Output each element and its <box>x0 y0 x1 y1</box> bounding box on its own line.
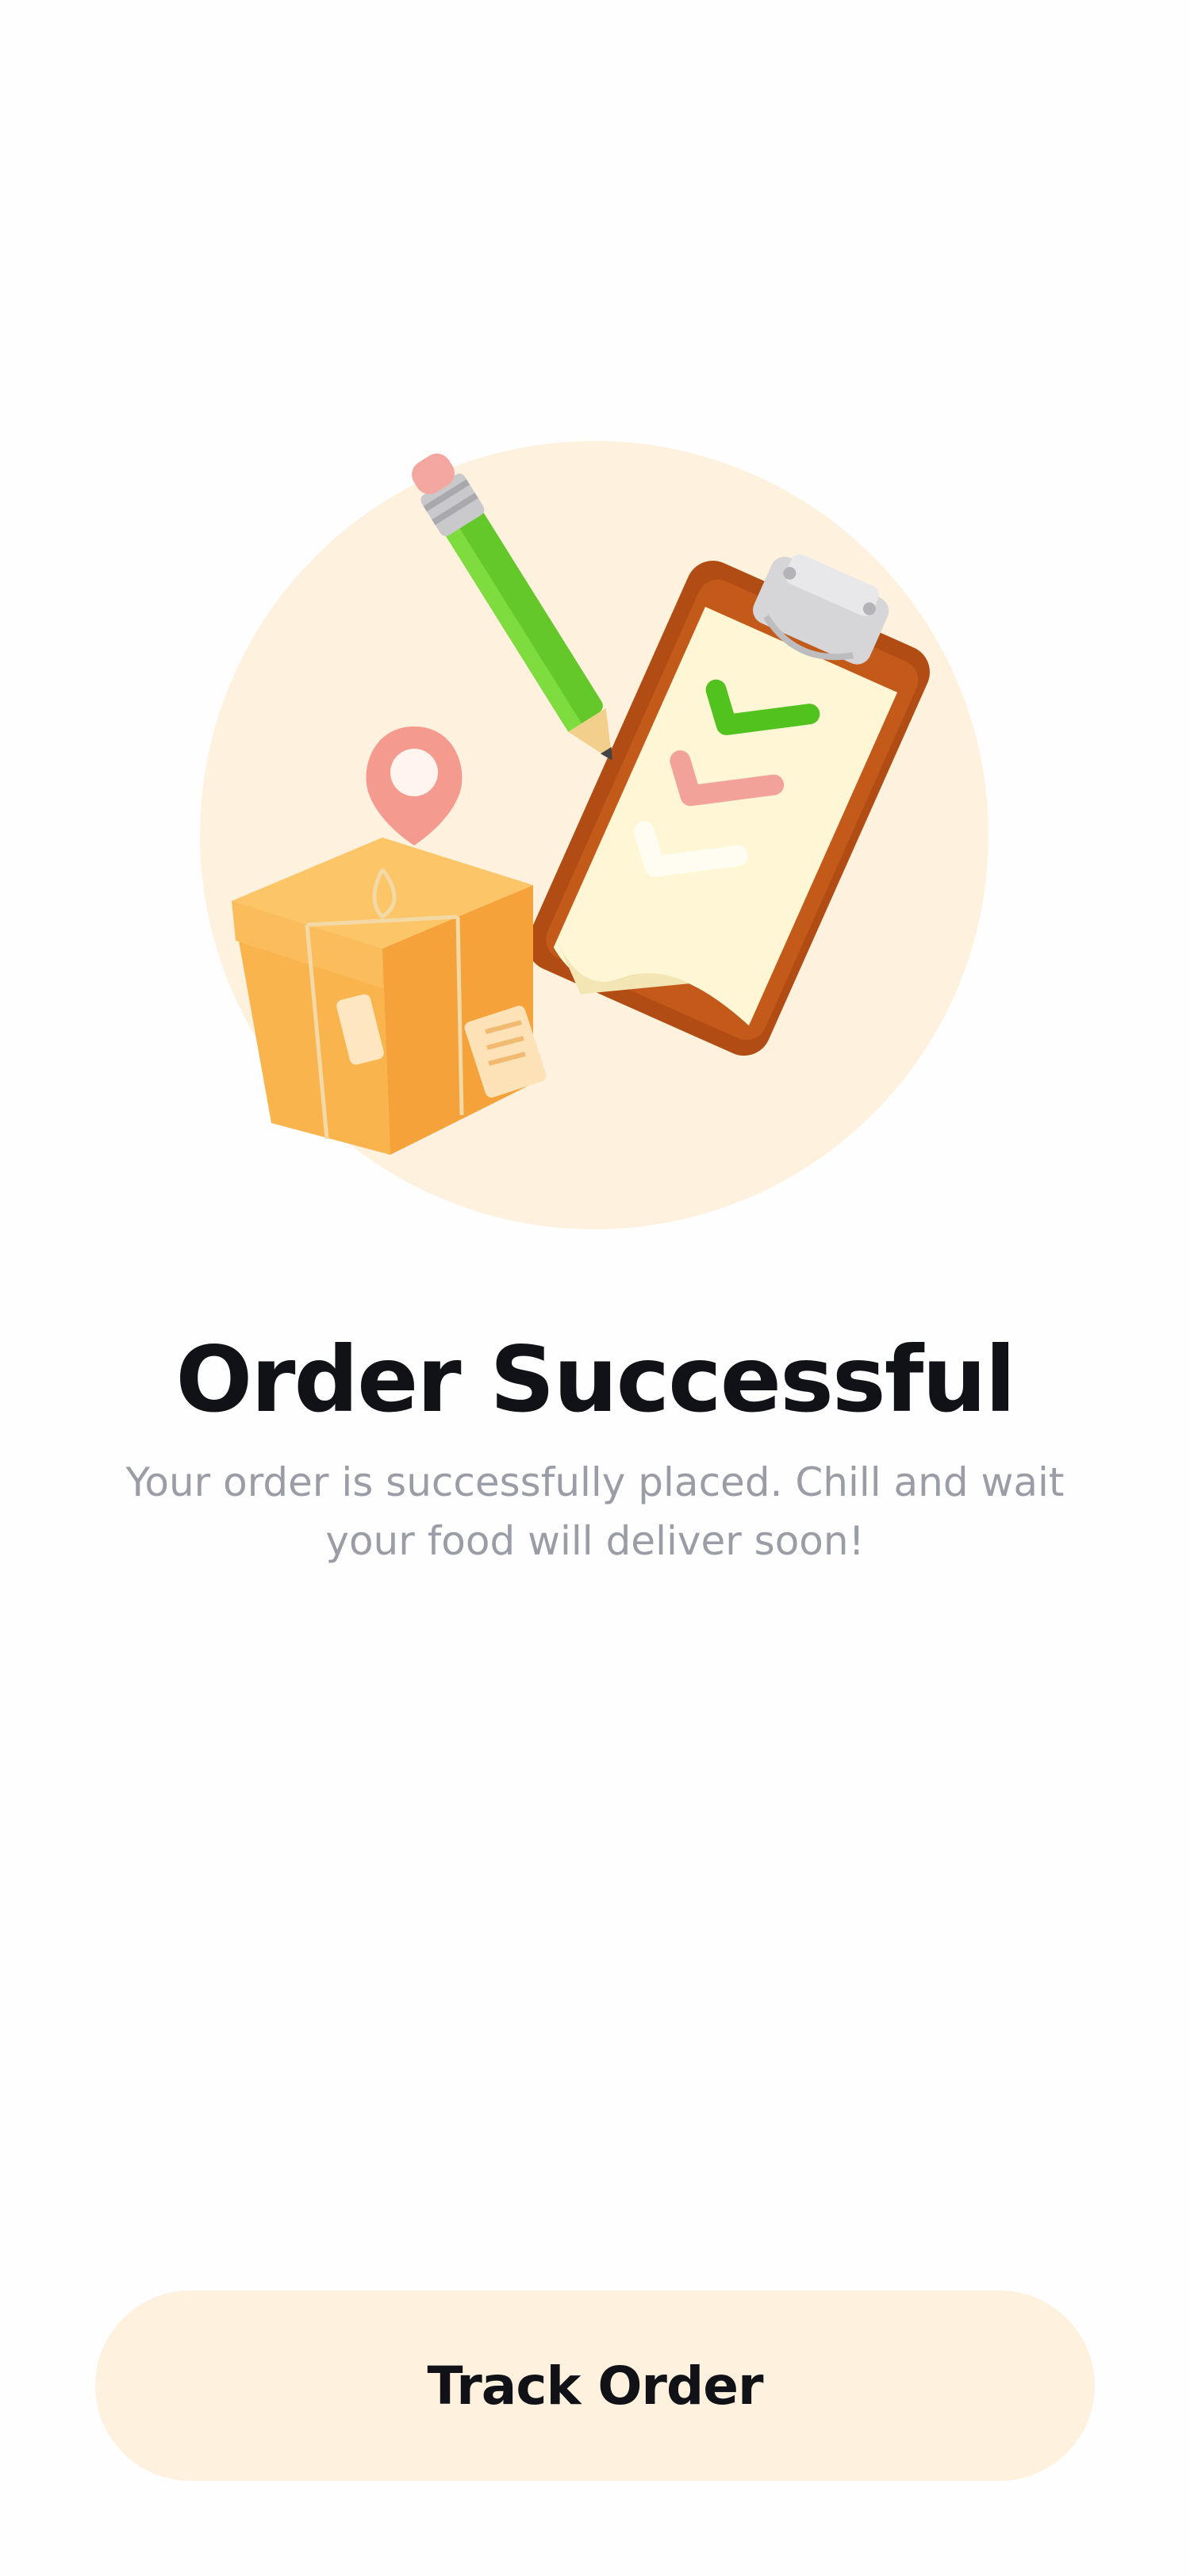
track-order-label: Track Order <box>427 2355 763 2417</box>
order-success-illustration <box>200 441 988 1229</box>
page-title: Order Successful <box>175 1327 1015 1432</box>
success-message: Your order is successfully placed. Chill… <box>125 1459 1065 1564</box>
track-order-button[interactable]: Track Order <box>95 2290 1095 2481</box>
